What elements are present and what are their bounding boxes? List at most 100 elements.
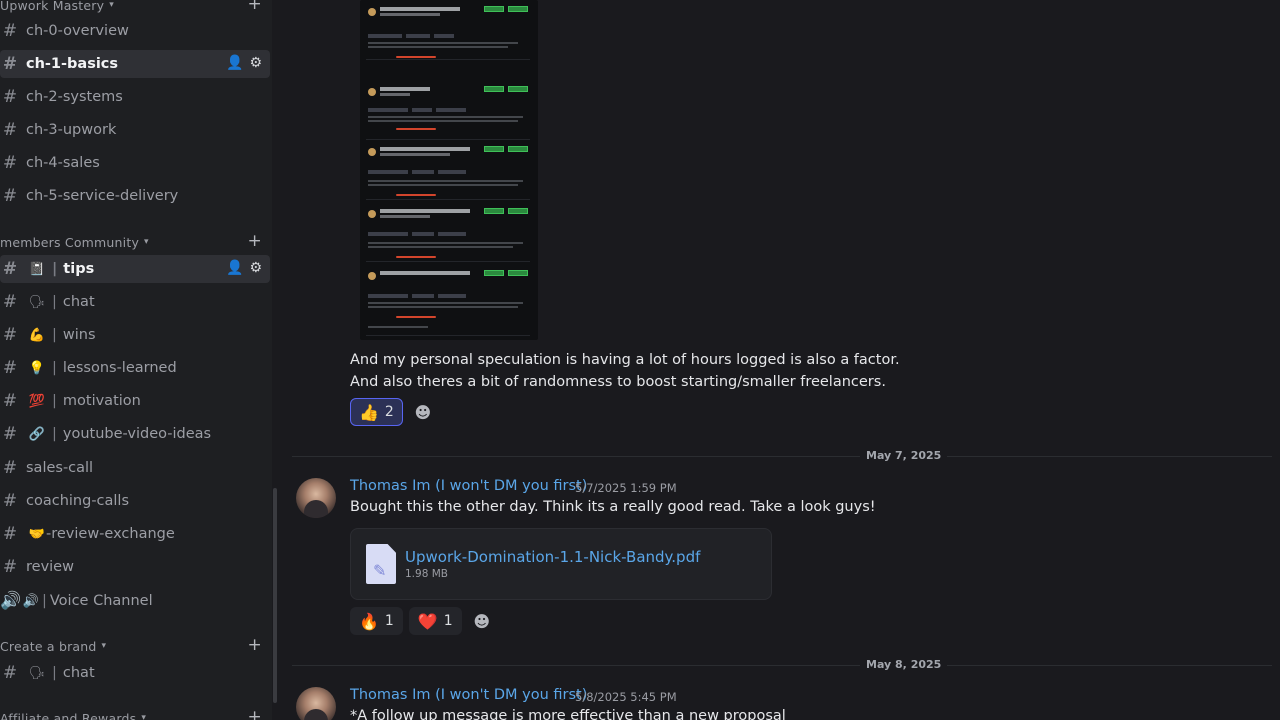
channel-ch-1-basics[interactable]: # ch-1-basics 👤 ⚙ — [0, 50, 270, 78]
channel-label: lessons-learned — [62, 360, 177, 376]
channel-voice[interactable]: 🔊 🔊 | Voice Channel — [0, 587, 270, 615]
channel-label: chat — [62, 294, 95, 310]
chevron-down-icon: ▾ — [141, 713, 147, 720]
hash-icon: # — [2, 325, 18, 345]
channel-coaching-calls[interactable]: # coaching-calls — [0, 487, 270, 515]
channel-label: wins — [62, 327, 96, 343]
message-list: And my personal speculation is having a … — [280, 0, 1280, 720]
message-text: Bought this the other day. Think its a r… — [350, 499, 876, 515]
reaction-bar: 👍 2 ☻ — [350, 398, 437, 426]
message-text: And also theres a bit of randomness to b… — [350, 374, 886, 390]
channel-lessons-learned[interactable]: # 💡 | lessons-learned — [0, 354, 270, 382]
attached-image[interactable] — [360, 0, 538, 340]
file-attachment[interactable]: ✎ Upwork-Domination-1.1-Nick-Bandy.pdf 1… — [350, 528, 772, 600]
channel-motivation[interactable]: # 💯 | motivation — [0, 387, 270, 415]
channel-ch-0-overview[interactable]: # ch-0-overview — [0, 17, 270, 45]
volume-icon: 🔊 — [22, 593, 40, 609]
message-author[interactable]: Thomas Im (I won't DM you first) — [350, 478, 587, 494]
hash-icon: # — [2, 21, 18, 41]
channel-ch-2-systems[interactable]: # ch-2-systems — [0, 83, 270, 111]
channel-label: Voice Channel — [49, 593, 153, 609]
hash-icon: # — [2, 424, 18, 444]
handshake-icon: 🤝 — [28, 526, 46, 542]
reaction-fire[interactable]: 🔥 1 — [350, 607, 403, 635]
channel-wins[interactable]: # 💪 | wins — [0, 321, 270, 349]
light-bulb-icon: 💡 — [28, 360, 46, 376]
hash-icon: # — [2, 358, 18, 378]
gear-icon[interactable]: ⚙ — [249, 55, 262, 71]
category-upwork-mastery[interactable]: Upwork Mastery ▾ + — [0, 0, 272, 13]
add-reaction-icon[interactable]: ☻ — [468, 607, 496, 635]
gear-icon[interactable]: ⚙ — [249, 260, 262, 276]
channel-label: -review-exchange — [46, 526, 175, 542]
channel-review-exchange[interactable]: # 🤝 -review-exchange — [0, 520, 270, 548]
channel-chat[interactable]: # 🗣 | chat — [0, 288, 270, 316]
reaction-count: 2 — [384, 404, 394, 420]
reaction-count: 1 — [384, 613, 394, 629]
channel-label: ch-2-systems — [26, 89, 123, 105]
channel-label: ch-5-service-delivery — [26, 188, 179, 204]
chevron-down-icon: ▾ — [144, 237, 149, 247]
hundred-points-icon: 💯 — [28, 393, 46, 409]
channel-ch-4-sales[interactable]: # ch-4-sales — [0, 149, 270, 177]
hash-icon: # — [2, 557, 18, 577]
hash-icon: # — [2, 491, 18, 511]
reaction-heart[interactable]: ❤️ 1 — [408, 607, 462, 635]
category-create-a-brand[interactable]: Create a brand ▾ + — [0, 636, 272, 654]
add-channel-icon[interactable]: + — [248, 232, 262, 250]
add-channel-icon[interactable]: + — [248, 0, 262, 13]
add-channel-icon[interactable]: + — [248, 708, 262, 720]
channel-brand-chat[interactable]: # 🗣 | chat — [0, 659, 270, 687]
chevron-down-icon: ▾ — [109, 0, 114, 10]
channel-label: youtube-video-ideas — [62, 426, 212, 442]
speaking-head-icon: 🗣 — [28, 665, 46, 681]
category-label: Upwork Mastery — [0, 0, 105, 13]
channel-ch-3-upwork[interactable]: # ch-3-upwork — [0, 116, 270, 144]
hash-icon: # — [2, 87, 18, 107]
channel-label: chat — [62, 665, 95, 681]
category-label: members Community — [0, 234, 140, 250]
flexed-biceps-icon: 💪 — [28, 327, 46, 343]
avatar[interactable] — [296, 478, 336, 518]
date-divider-label: May 7, 2025 — [860, 449, 948, 462]
channel-sales-call[interactable]: # sales-call — [0, 454, 270, 482]
hash-icon: # — [2, 54, 18, 74]
message-author[interactable]: Thomas Im (I won't DM you first) — [350, 687, 587, 703]
channel-label: coaching-calls — [26, 493, 130, 509]
channel-label: tips — [63, 261, 95, 277]
add-channel-icon[interactable]: + — [248, 636, 262, 654]
channel-label: sales-call — [26, 460, 94, 476]
avatar[interactable] — [296, 687, 336, 720]
channel-label: review — [26, 559, 74, 575]
channel-tips[interactable]: # 📓 | tips 👤 ⚙ — [0, 255, 270, 283]
category-label: Create a brand — [0, 638, 97, 654]
link-icon: 🔗 — [28, 426, 46, 442]
speaker-icon: 🔊 — [0, 591, 22, 611]
add-member-icon[interactable]: 👤 — [226, 260, 243, 276]
category-affiliate-and-rewards[interactable]: Affiliate and Rewards ▾ + — [0, 708, 272, 720]
channel-ch-5-service-delivery[interactable]: # ch-5-service-delivery — [0, 182, 270, 210]
channel-youtube-video-ideas[interactable]: # 🔗 | youtube-video-ideas — [0, 420, 270, 448]
file-name-link[interactable]: Upwork-Domination-1.1-Nick-Bandy.pdf — [405, 548, 700, 566]
channel-label: motivation — [62, 393, 141, 409]
channel-label: ch-1-basics — [26, 56, 119, 72]
message-timestamp: 5/8/2025 5:45 PM — [575, 690, 677, 704]
channel-label: ch-0-overview — [26, 23, 129, 39]
file-size: 1.98 MB — [405, 568, 448, 580]
message-text: And my personal speculation is having a … — [350, 352, 900, 368]
reaction-thumbs-up[interactable]: 👍 2 — [350, 398, 403, 426]
channel-sidebar: Upwork Mastery ▾ + # ch-0-overview # ch-… — [0, 0, 272, 720]
channel-review[interactable]: # review — [0, 553, 270, 581]
date-divider-label: May 8, 2025 — [860, 658, 948, 671]
category-members-community[interactable]: members Community ▾ + — [0, 232, 272, 250]
add-reaction-icon[interactable]: ☻ — [409, 398, 437, 426]
hash-icon: # — [2, 120, 18, 140]
hash-icon: # — [2, 663, 18, 683]
chevron-down-icon: ▾ — [101, 641, 107, 651]
add-member-icon[interactable]: 👤 — [226, 55, 243, 71]
sidebar-scrollbar[interactable] — [273, 488, 277, 703]
channel-label: ch-3-upwork — [26, 122, 117, 138]
message-timestamp: 5/7/2025 1:59 PM — [575, 481, 677, 495]
message-text: *A follow up message is more effective t… — [350, 708, 786, 720]
channel-label: ch-4-sales — [26, 155, 100, 171]
